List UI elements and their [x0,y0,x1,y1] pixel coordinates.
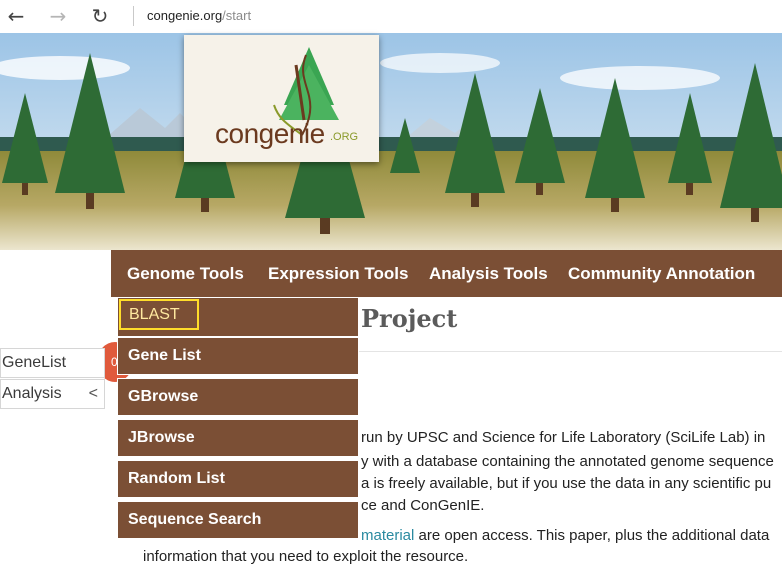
page-title: Project [361,304,458,333]
menu-expression-tools[interactable]: Expression Tools [268,250,408,297]
back-arrow-icon[interactable]: ← [3,4,29,28]
genelist-side-tab[interactable]: GeneList [0,348,105,378]
forward-arrow-icon[interactable]: → [45,4,71,28]
intro-line-6: information that you need to exploit the… [143,548,469,565]
toolbar-divider [133,6,134,26]
url-path: /start [222,8,252,23]
browser-toolbar: ← → ↻ congenie.org/start [0,0,782,34]
genelist-tab-label: GeneList [2,354,67,371]
logo-suffix: .ORG [330,131,359,143]
material-link[interactable]: material [361,527,414,544]
menu-community-annotation[interactable]: Community Annotation [568,250,755,297]
dropdown-item-jbrowse[interactable]: JBrowse [117,419,359,457]
header-banner [0,33,782,250]
intro-line-3: a is freely available, but if you use th… [361,475,772,492]
collapse-arrow-icon[interactable]: < [89,380,98,408]
url-host: congenie.org [147,8,223,23]
menu-analysis-tools[interactable]: Analysis Tools [429,250,548,297]
main-menu: Genome Tools Expression Tools Analysis T… [111,250,782,297]
dropdown-item-gene-list[interactable]: Gene List [117,337,359,375]
blast-highlight[interactable]: BLAST [119,299,199,330]
intro-line-1: run by UPSC and Science for Life Laborat… [361,429,766,446]
menu-genome-tools[interactable]: Genome Tools [127,250,244,297]
genome-tools-dropdown: BLAST Gene List GBrowse JBrowse Random L… [117,297,361,541]
dropdown-item-random-list[interactable]: Random List [117,460,359,498]
intro-line-5: material are open access. This paper, pl… [361,527,769,544]
address-bar[interactable]: congenie.org/start [147,8,251,23]
dropdown-item-gbrowse[interactable]: GBrowse [117,378,359,416]
dropdown-item-sequence-search[interactable]: Sequence Search [117,501,359,539]
intro-line-2: y with a database containing the annotat… [361,453,774,470]
analysis-side-tab[interactable]: Analysis < [0,379,105,409]
site-logo[interactable]: congenie .ORG [184,35,379,162]
forest-banner-image [0,33,782,250]
intro-line-5-rest: are open access. This paper, plus the ad… [414,527,770,544]
analysis-tab-label: Analysis [2,385,62,402]
refresh-icon[interactable]: ↻ [87,4,113,28]
logo-wordmark: congenie [215,118,325,149]
intro-line-4: ce and ConGenIE. [361,497,485,514]
